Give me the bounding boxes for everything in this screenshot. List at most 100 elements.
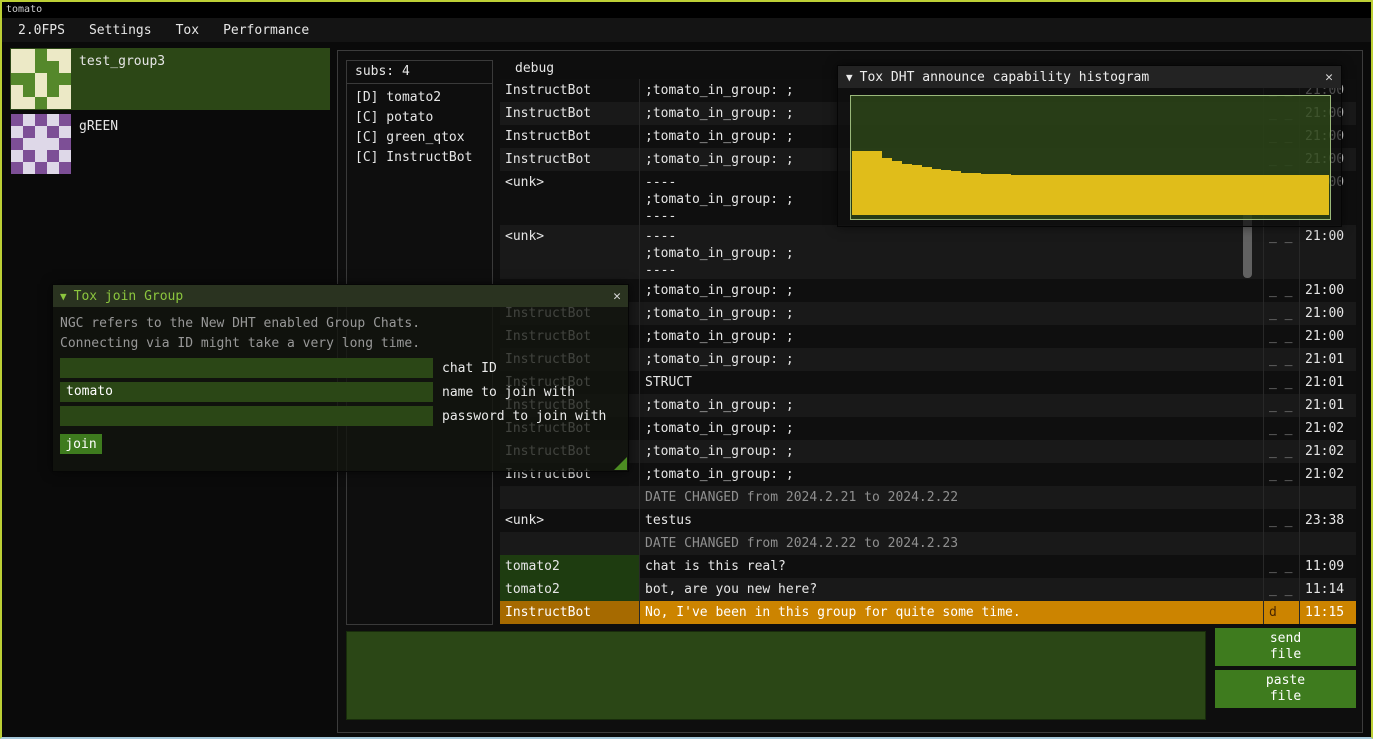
join-button[interactable]: join [60,434,102,454]
message-status: _ _ [1264,440,1300,463]
chat-id-label: chat ID [442,361,497,376]
message-time [1300,532,1356,555]
message-row[interactable]: tomato2bot, are you new here?_ _11:14 [500,578,1356,601]
histogram-bar [1081,175,1091,215]
join-password-label: password to join with [442,409,606,424]
message-sender: InstructBot [500,125,640,148]
message-text: DATE CHANGED from 2024.2.21 to 2024.2.22 [640,486,1264,509]
histogram-bar [1279,175,1289,215]
message-text: chat is this real? [640,555,1264,578]
histogram-bar [902,164,912,215]
join-dialog-title: Tox join Group [74,289,184,304]
histogram-bar [1220,175,1230,215]
group-name: gREEN [79,114,118,174]
message-sender [500,486,640,509]
message-sender: InstructBot [500,148,640,171]
histogram-bar [1160,175,1170,215]
message-time [1300,486,1356,509]
join-password-input[interactable] [60,406,433,426]
message-sender: InstructBot [500,601,640,624]
histogram-window: ▼ Tox DHT announce capability histogram … [837,65,1342,227]
member-list: [D] tomato2[C] potato[C] green_qtox[C] I… [347,84,492,167]
message-text: ;tomato_in_group: ; [640,394,1264,417]
message-status [1264,486,1300,509]
message-row[interactable]: DATE CHANGED from 2024.2.22 to 2024.2.23 [500,532,1356,555]
member-green-qtox[interactable]: [C] green_qtox [347,127,492,147]
close-icon[interactable]: ✕ [1325,70,1333,85]
send-file-button[interactable]: send file [1215,628,1356,666]
collapse-arrow-icon[interactable]: ▼ [846,71,853,84]
group-avatar-icon [11,49,71,109]
histogram-bar [852,151,862,215]
message-text: ---- ;tomato_in_group: ; ---- [640,225,1264,279]
chat-id-input[interactable] [60,358,433,378]
histogram-bar [1011,175,1021,215]
app-window: tomato 2.0FPSSettingsToxPerformance test… [0,0,1373,739]
message-sender: tomato2 [500,578,640,601]
histogram-bar [991,174,1001,215]
paste-file-button[interactable]: paste file [1215,670,1356,708]
member-potato[interactable]: [C] potato [347,107,492,127]
menu-item-settings[interactable]: Settings [77,20,164,41]
message-time: 21:00 [1300,279,1356,302]
message-status: _ _ [1264,463,1300,486]
message-time: 21:01 [1300,348,1356,371]
message-text: ;tomato_in_group: ; [640,279,1264,302]
message-row[interactable]: <unk>testus_ _23:38 [500,509,1356,532]
histogram-bar [1051,175,1061,215]
message-time: 11:15 [1300,601,1356,624]
message-time: 11:14 [1300,578,1356,601]
message-text: testus [640,509,1264,532]
histogram-plot[interactable] [850,95,1331,220]
message-time: 21:00 [1300,325,1356,348]
histogram-bar [981,174,991,215]
message-text: No, I've been in this group for quite so… [640,601,1264,624]
histogram-bar [1200,175,1210,215]
histogram-bar [1170,175,1180,215]
histogram-bar [1041,175,1051,215]
menu-item-2-0fps[interactable]: 2.0FPS [6,20,77,41]
menu-item-performance[interactable]: Performance [211,20,321,41]
message-status: _ _ [1264,371,1300,394]
member-tomato2[interactable]: [D] tomato2 [347,87,492,107]
join-dialog-info-line: Connecting via ID might take a very long… [60,334,621,354]
message-sender: tomato2 [500,555,640,578]
join-dialog-info-line: NGC refers to the New DHT enabled Group … [60,314,621,334]
message-row[interactable]: InstructBotNo, I've been in this group f… [500,601,1356,624]
join-name-label: name to join with [442,385,575,400]
message-row[interactable]: tomato2chat is this real?_ _11:09 [500,555,1356,578]
histogram-window-titlebar[interactable]: ▼ Tox DHT announce capability histogram … [838,66,1341,88]
resize-grip-icon[interactable] [614,457,627,470]
message-time: 21:01 [1300,371,1356,394]
histogram-bar [1071,175,1081,215]
message-input[interactable] [346,631,1206,720]
message-status: _ _ [1264,555,1300,578]
message-time: 11:09 [1300,555,1356,578]
message-time: 21:00 [1300,225,1356,279]
histogram-bar [1031,175,1041,215]
group-item-green[interactable]: gREEN [10,113,330,175]
menu-item-tox[interactable]: Tox [164,20,211,41]
histogram-bar [1259,175,1269,215]
histogram-bar [1150,175,1160,215]
message-text: STRUCT [640,371,1264,394]
close-icon[interactable]: ✕ [613,289,621,304]
collapse-arrow-icon[interactable]: ▼ [60,290,67,303]
member-instructbot[interactable]: [C] InstructBot [347,147,492,167]
message-row[interactable]: <unk>---- ;tomato_in_group: ; ----_ _21:… [500,225,1356,279]
histogram-bar [892,161,902,215]
join-dialog-titlebar[interactable]: ▼ Tox join Group ✕ [53,285,628,307]
message-status: _ _ [1264,417,1300,440]
join-group-dialog: ▼ Tox join Group ✕ NGC refers to the New… [52,284,629,472]
histogram-bar [961,173,971,215]
message-sender: <unk> [500,509,640,532]
join-name-input[interactable]: tomato [60,382,433,402]
histogram-bar [1250,175,1260,215]
group-item-test-group3[interactable]: test_group3 [10,48,330,110]
histogram-bar [912,165,922,215]
message-sender: <unk> [500,171,640,225]
message-time: 21:01 [1300,394,1356,417]
message-time: 21:02 [1300,417,1356,440]
message-row[interactable]: DATE CHANGED from 2024.2.21 to 2024.2.22 [500,486,1356,509]
message-text: ;tomato_in_group: ; [640,348,1264,371]
